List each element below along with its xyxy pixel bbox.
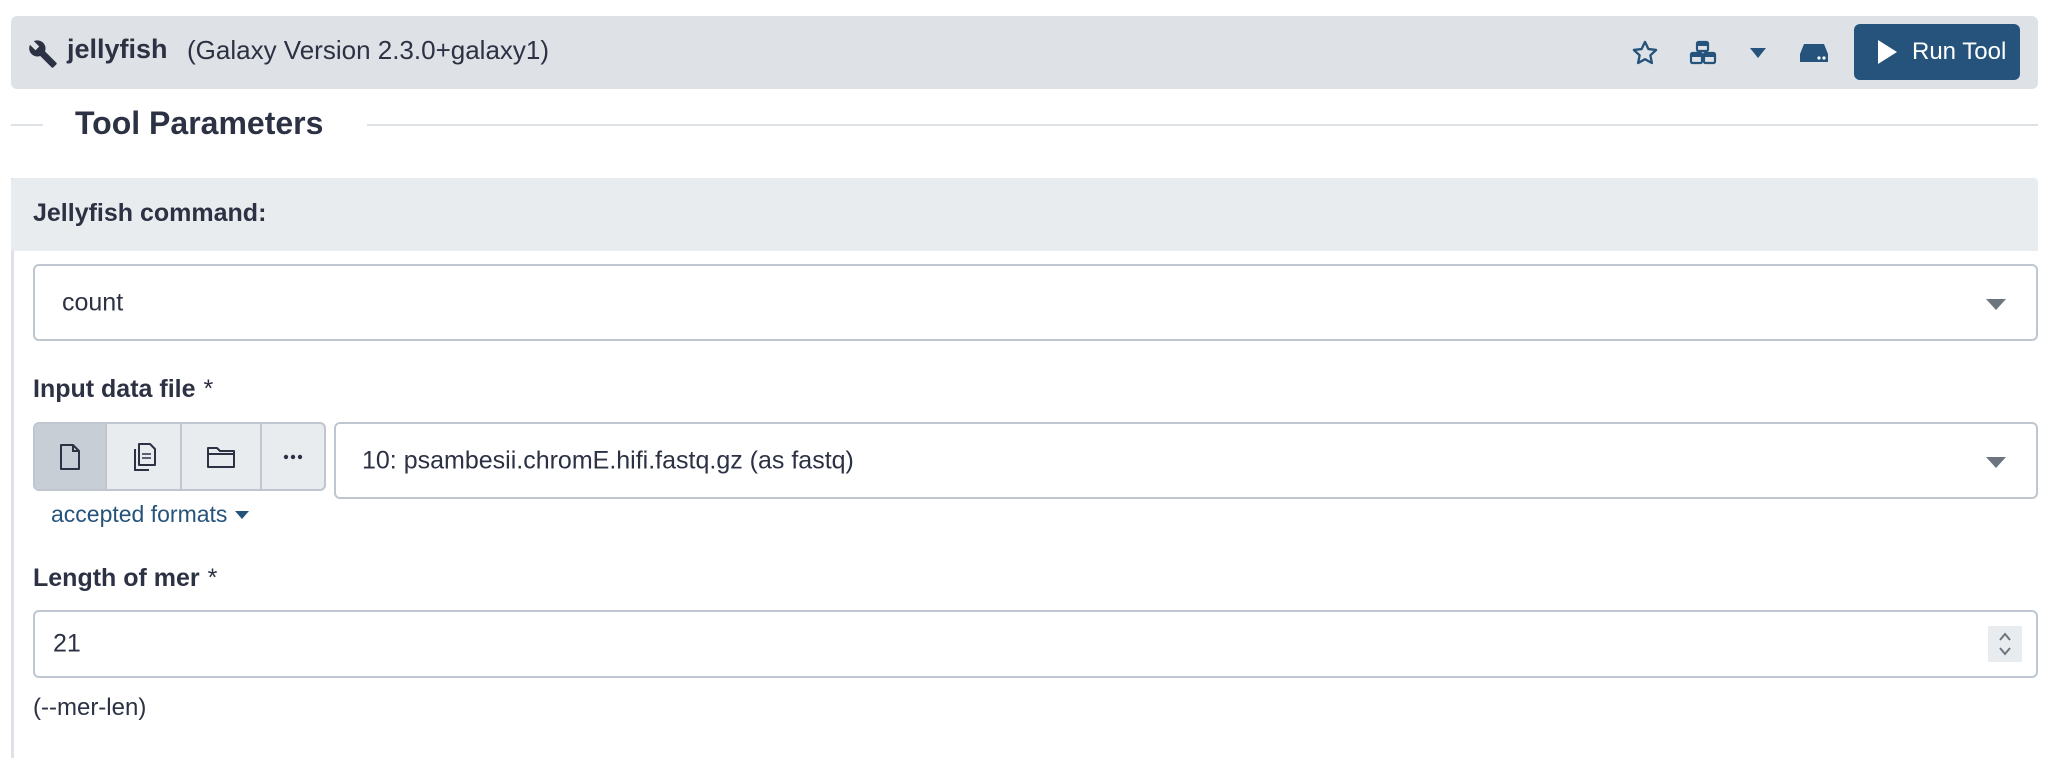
command-label: Jellyfish command: xyxy=(33,199,267,227)
files-icon xyxy=(133,442,156,471)
required-mark: * xyxy=(207,564,218,592)
more-options-button[interactable] xyxy=(262,424,324,489)
input-file-label: Input data file * xyxy=(33,375,213,404)
chevron-down-icon xyxy=(1986,456,2006,468)
accepted-formats-toggle[interactable]: accepted formats xyxy=(51,501,250,528)
input-file-select-value: 10: psambesii.chromE.hifi.fastq.gz (as f… xyxy=(362,446,854,474)
stepper-arrows-icon xyxy=(1999,632,2011,656)
folder-icon xyxy=(207,446,235,468)
input-source-buttons xyxy=(33,422,326,491)
run-tool-label: Run Tool xyxy=(1912,38,2007,65)
accepted-formats-label: accepted formats xyxy=(51,501,228,527)
mer-length-label-text: Length of mer xyxy=(33,564,200,592)
play-icon xyxy=(1878,40,1897,64)
input-file-label-text: Input data file xyxy=(33,375,196,403)
wrench-icon xyxy=(28,39,58,69)
number-stepper[interactable] xyxy=(1988,626,2022,662)
tool-name: jellyfish xyxy=(67,34,168,64)
section-title: Tool Parameters xyxy=(75,105,324,142)
command-panel-header: Jellyfish command: xyxy=(11,178,2038,251)
caret-down-icon xyxy=(235,510,250,519)
multiple-datasets-button[interactable] xyxy=(107,424,182,489)
section-rule-right xyxy=(367,124,2038,126)
hdd-icon[interactable] xyxy=(1796,38,1832,68)
command-select[interactable]: count xyxy=(33,264,2038,341)
star-icon[interactable] xyxy=(1628,38,1662,68)
caret-down-icon[interactable] xyxy=(1745,38,1771,68)
tool-header: jellyfish (Galaxy Version 2.3.0+galaxy1)… xyxy=(11,16,2038,89)
dataset-collection-button[interactable] xyxy=(182,424,262,489)
tool-version: (Galaxy Version 2.3.0+galaxy1) xyxy=(187,35,550,65)
command-select-value: count xyxy=(62,288,124,316)
required-mark: * xyxy=(203,375,214,403)
mer-length-value: 21 xyxy=(53,629,81,658)
input-file-select[interactable]: 10: psambesii.chromE.hifi.fastq.gz (as f… xyxy=(334,422,2038,499)
cubes-icon[interactable] xyxy=(1686,38,1720,68)
ellipsis-icon xyxy=(283,454,303,459)
section-rule-left xyxy=(11,124,43,126)
mer-length-input[interactable]: 21 xyxy=(33,610,2038,678)
run-tool-button[interactable]: Run Tool xyxy=(1854,24,2020,80)
single-dataset-button[interactable] xyxy=(35,424,107,489)
mer-length-help: (--mer-len) xyxy=(33,694,147,721)
mer-length-label: Length of mer * xyxy=(33,564,217,593)
file-icon xyxy=(60,443,80,470)
chevron-down-icon xyxy=(1986,298,2006,310)
